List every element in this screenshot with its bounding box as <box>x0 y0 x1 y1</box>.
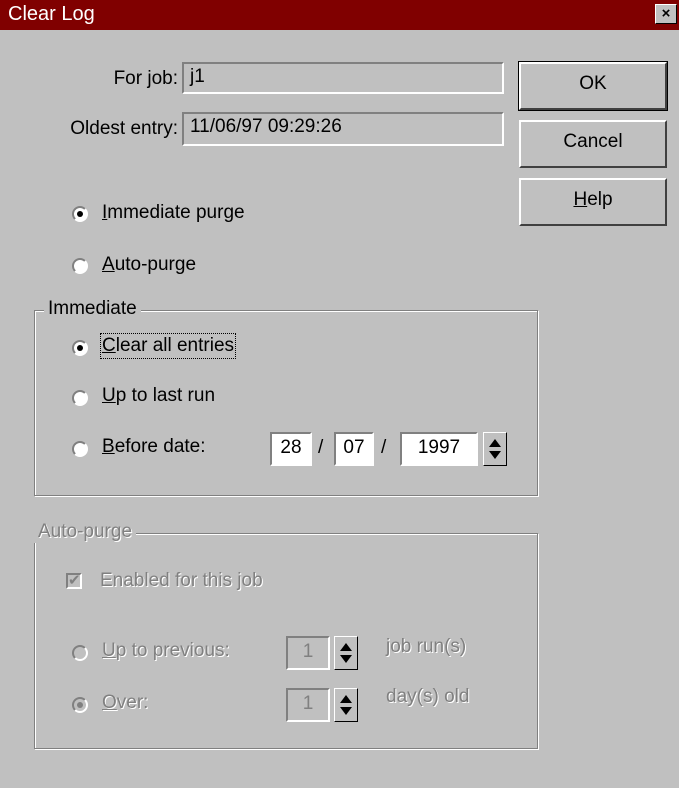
radio-dot <box>77 702 83 708</box>
help-button[interactable]: Help <box>519 178 667 226</box>
clear-all-text: lear all entries <box>115 335 235 356</box>
radio-dot <box>77 345 83 351</box>
auto-purge-label[interactable]: Auto-purge <box>102 254 196 276</box>
clear-all-accel: C <box>102 335 116 356</box>
up-to-last-run-label[interactable]: Up to last run <box>102 385 215 407</box>
immediate-group-legend: Immediate <box>44 298 141 320</box>
for-job-field: j1 <box>182 62 504 94</box>
year-input[interactable]: 1997 <box>400 432 478 466</box>
ok-button[interactable]: OK <box>518 61 668 111</box>
help-label: elp <box>587 189 613 210</box>
autopurge-group-legend: Auto-purge <box>34 521 137 543</box>
up-to-previous-radio[interactable] <box>72 645 88 661</box>
over-text: ver: <box>116 692 149 713</box>
auto-purge-radio[interactable] <box>72 258 88 274</box>
checkmark-icon: ✔ <box>68 572 81 589</box>
close-icon: × <box>661 5 671 22</box>
up-to-previous-text: p to previous: <box>115 640 230 661</box>
up-to-last-run-accel: U <box>102 385 116 406</box>
over-label[interactable]: Over: <box>102 692 148 714</box>
immediate-purge-text: mmediate purge <box>107 202 245 223</box>
date-spin-button[interactable] <box>483 432 507 466</box>
up-to-previous-input[interactable]: 1 <box>286 636 330 670</box>
radio-dot <box>77 211 83 217</box>
up-to-last-run-radio[interactable] <box>72 390 88 406</box>
up-to-previous-accel: U <box>102 640 116 661</box>
before-date-radio[interactable] <box>72 441 88 457</box>
up-to-last-run-text: p to last run <box>115 385 216 406</box>
oldest-entry-label: Oldest entry: <box>70 118 178 139</box>
over-spin-button[interactable] <box>334 688 358 722</box>
month-input[interactable]: 07 <box>334 432 374 466</box>
clear-all-radio[interactable] <box>72 340 88 356</box>
up-to-previous-label[interactable]: Up to previous: <box>102 640 230 662</box>
immediate-purge-radio[interactable] <box>72 206 88 222</box>
job-runs-unit: job run(s) <box>386 636 467 657</box>
spin-arrows-icon <box>340 695 352 715</box>
spin-arrows-icon <box>340 643 352 663</box>
auto-purge-accel: A <box>102 254 115 275</box>
for-job-label: For job: <box>113 68 178 89</box>
date-separator: / <box>318 437 324 458</box>
over-accel: O <box>102 692 117 713</box>
title-bar: Clear Log × <box>0 0 679 30</box>
spin-arrows-icon <box>489 439 501 459</box>
window-title: Clear Log <box>8 3 95 25</box>
immediate-purge-label[interactable]: Immediate purge <box>102 202 245 224</box>
over-input[interactable]: 1 <box>286 688 330 722</box>
enabled-checkbox[interactable]: ✔ <box>66 573 82 589</box>
over-radio[interactable] <box>72 697 88 713</box>
help-accel: H <box>573 189 588 210</box>
date-separator: / <box>381 437 387 458</box>
auto-purge-text: uto-purge <box>114 254 197 275</box>
close-button[interactable]: × <box>655 4 677 24</box>
before-date-text: efore date: <box>114 436 206 457</box>
enabled-label: Enabled for this job <box>100 570 263 591</box>
day-input[interactable]: 28 <box>270 432 312 466</box>
before-date-accel: B <box>102 436 115 457</box>
clear-all-label[interactable]: Clear all entries <box>99 333 237 359</box>
cancel-button[interactable]: Cancel <box>519 120 667 168</box>
before-date-label[interactable]: Before date: <box>102 436 206 458</box>
days-old-unit: day(s) old <box>386 686 470 707</box>
oldest-entry-field: 11/06/97 09:29:26 <box>182 112 504 146</box>
up-to-previous-spin-button[interactable] <box>334 636 358 670</box>
